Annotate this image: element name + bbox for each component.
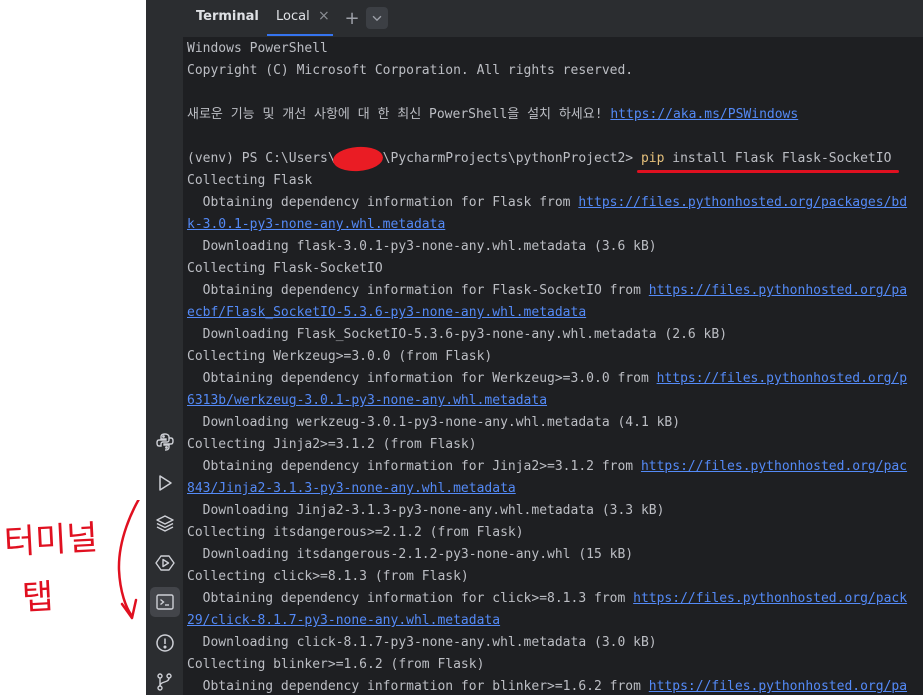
terminal-text: Collecting itsdangerous>=2.1.2 (from Fla…	[187, 525, 524, 540]
terminal-output[interactable]: Windows PowerShell Copyright (C) Microsof…	[183, 37, 923, 695]
terminal-line: Downloading flask-3.0.1-py3-none-any.whl…	[187, 236, 907, 258]
terminal-line: Downloading click-8.1.7-py3-none-any.whl…	[187, 632, 907, 654]
terminal-line: Copyright (C) Microsoft Corporation. All…	[187, 60, 907, 82]
terminal-line: 843/Jinja2-3.1.3-py3-none-any.whl.metada…	[187, 478, 907, 500]
terminal-link[interactable]: https://files.pythonhosted.org/p	[657, 371, 907, 386]
layers-icon[interactable]	[150, 508, 180, 538]
terminal-text: Obtaining dependency information for Fla…	[187, 283, 649, 298]
terminal-link[interactable]: ecbf/Flask_SocketIO-5.3.6-py3-none-any.w…	[187, 305, 586, 320]
terminal-text: pip	[640, 151, 665, 166]
terminal-line: Collecting itsdangerous>=2.1.2 (from Fla…	[187, 522, 907, 544]
terminal-text: Collecting Flask-SocketIO	[187, 261, 383, 276]
terminal-toolbar: Terminal Local × +	[183, 0, 923, 37]
terminal-text: Obtaining dependency information for Fla…	[187, 195, 579, 210]
terminal-line: 29/click-8.1.7-py3-none-any.whl.metadata	[187, 610, 907, 632]
terminal-text: 새로운 기능 및 개선 사항에 대 한 최신 PowerShell을 설치 하세…	[187, 107, 611, 122]
terminal-text: Collecting click>=8.1.3 (from Flask)	[187, 569, 469, 584]
terminal-line: Downloading Flask_SocketIO-5.3.6-py3-non…	[187, 324, 907, 346]
terminal-text: Downloading click-8.1.7-py3-none-any.whl…	[187, 635, 657, 650]
terminal-line: Collecting click>=8.1.3 (from Flask)	[187, 566, 907, 588]
terminal-link[interactable]: https://files.pythonhosted.org/pa	[649, 283, 907, 298]
terminal-line: ecbf/Flask_SocketIO-5.3.6-py3-none-any.w…	[187, 302, 907, 324]
terminal-line: Collecting Flask-SocketIO	[187, 258, 907, 280]
terminal-text: Downloading werkzeug-3.0.1-py3-none-any.…	[187, 415, 681, 430]
terminal-link[interactable]: https://files.pythonhosted.org/pa	[649, 679, 907, 694]
terminal-text: Collecting Jinja2>=3.1.2 (from Flask)	[187, 437, 477, 452]
terminal-line: Obtaining dependency information for Jin…	[187, 456, 907, 478]
terminal-text: Collecting Werkzeug>=3.0.0 (from Flask)	[187, 349, 493, 364]
close-tab-icon[interactable]: ×	[318, 8, 330, 24]
terminal-link[interactable]: https://files.pythonhosted.org/packages/…	[578, 195, 907, 210]
terminal-line: Windows PowerShell	[187, 38, 907, 60]
terminal-text: Obtaining dependency information for cli…	[187, 591, 634, 606]
terminal-line: Obtaining dependency information for cli…	[187, 588, 907, 610]
terminal-line: Obtaining dependency information for Fla…	[187, 192, 907, 214]
tool-window-title: Terminal	[196, 9, 259, 24]
terminal-line: Obtaining dependency information for Fla…	[187, 280, 907, 302]
terminal-line: Obtaining dependency information for bli…	[187, 676, 907, 695]
problems-icon[interactable]	[150, 628, 180, 658]
terminal-link[interactable]: https://files.pythonhosted.org/pack	[633, 591, 907, 606]
terminal-text: Downloading Jinja2-3.1.3-py3-none-any.wh…	[187, 503, 665, 518]
terminal-text: install Flask Flask-SocketIO	[664, 151, 892, 166]
run-icon[interactable]	[150, 468, 180, 498]
annotation-text-line-1: 터미널	[3, 518, 99, 563]
terminal-lines: Windows PowerShell Copyright (C) Microsof…	[187, 38, 907, 695]
git-icon[interactable]	[150, 667, 180, 697]
terminal-text: Collecting Flask	[187, 173, 313, 188]
terminal-line: 새로운 기능 및 개선 사항에 대 한 최신 PowerShell을 설치 하세…	[187, 104, 907, 126]
terminal-line: Downloading Jinja2-3.1.3-py3-none-any.wh…	[187, 500, 907, 522]
tab-local[interactable]: Local ×	[267, 0, 333, 36]
terminal-line: Obtaining dependency information for Wer…	[187, 368, 907, 390]
terminal-text: Obtaining dependency information for Jin…	[187, 459, 641, 474]
terminal-text: Copyright (C) Microsoft Corporation. All…	[187, 63, 634, 78]
command-underline-mark	[637, 170, 899, 173]
services-icon[interactable]	[150, 548, 180, 578]
terminal-line: (venv) PS C:\Users\ \PycharmProjects\pyt…	[187, 148, 907, 170]
terminal-line: k-3.0.1-py3-none-any.whl.metadata	[187, 214, 907, 236]
terminal-text: Windows PowerShell	[187, 41, 328, 56]
terminal-link[interactable]: 843/Jinja2-3.1.3-py3-none-any.whl.metada…	[187, 481, 516, 496]
terminal-text: Obtaining dependency information for Wer…	[187, 371, 657, 386]
terminal-line: 6313b/werkzeug-3.0.1-py3-none-any.whl.me…	[187, 390, 907, 412]
new-tab-button[interactable]: +	[341, 7, 363, 29]
terminal-text: Obtaining dependency information for bli…	[187, 679, 649, 694]
chevron-down-icon[interactable]	[366, 7, 388, 29]
tab-label: Local	[276, 9, 310, 24]
terminal-text: (venv) PS C:\Users\ \PycharmProjects\pyt…	[187, 151, 641, 166]
terminal-line: Downloading werkzeug-3.0.1-py3-none-any.…	[187, 412, 907, 434]
python-console-icon[interactable]	[150, 427, 180, 457]
terminal-text: Collecting blinker>=1.6.2 (from Flask)	[187, 657, 485, 672]
terminal-link[interactable]: 29/click-8.1.7-py3-none-any.whl.metadata	[187, 613, 500, 628]
annotation-text-line-2: 탭	[21, 577, 54, 619]
terminal-line: Downloading itsdangerous-2.1.2-py3-none-…	[187, 544, 907, 566]
tool-window-stripe	[146, 0, 183, 695]
terminal-link[interactable]: https://aka.ms/PSWindows	[610, 107, 798, 122]
terminal-icon[interactable]	[150, 587, 180, 617]
terminal-text: Downloading Flask_SocketIO-5.3.6-py3-non…	[187, 327, 728, 342]
terminal-line: Collecting Werkzeug>=3.0.0 (from Flask)	[187, 346, 907, 368]
annotation-drawing: 터미널 탭	[3, 500, 140, 620]
terminal-link[interactable]: 6313b/werkzeug-3.0.1-py3-none-any.whl.me…	[187, 393, 547, 408]
terminal-line: Collecting Jinja2>=3.1.2 (from Flask)	[187, 434, 907, 456]
terminal-link[interactable]: https://files.pythonhosted.org/pac	[641, 459, 907, 474]
terminal-line: Collecting blinker>=1.6.2 (from Flask)	[187, 654, 907, 676]
terminal-text: Downloading itsdangerous-2.1.2-py3-none-…	[187, 547, 634, 562]
annotation-arrow-curve	[117, 500, 140, 618]
terminal-text: Downloading flask-3.0.1-py3-none-any.whl…	[187, 239, 657, 254]
terminal-link[interactable]: k-3.0.1-py3-none-any.whl.metadata	[187, 217, 445, 232]
terminal-line: Collecting Flask	[187, 170, 907, 192]
